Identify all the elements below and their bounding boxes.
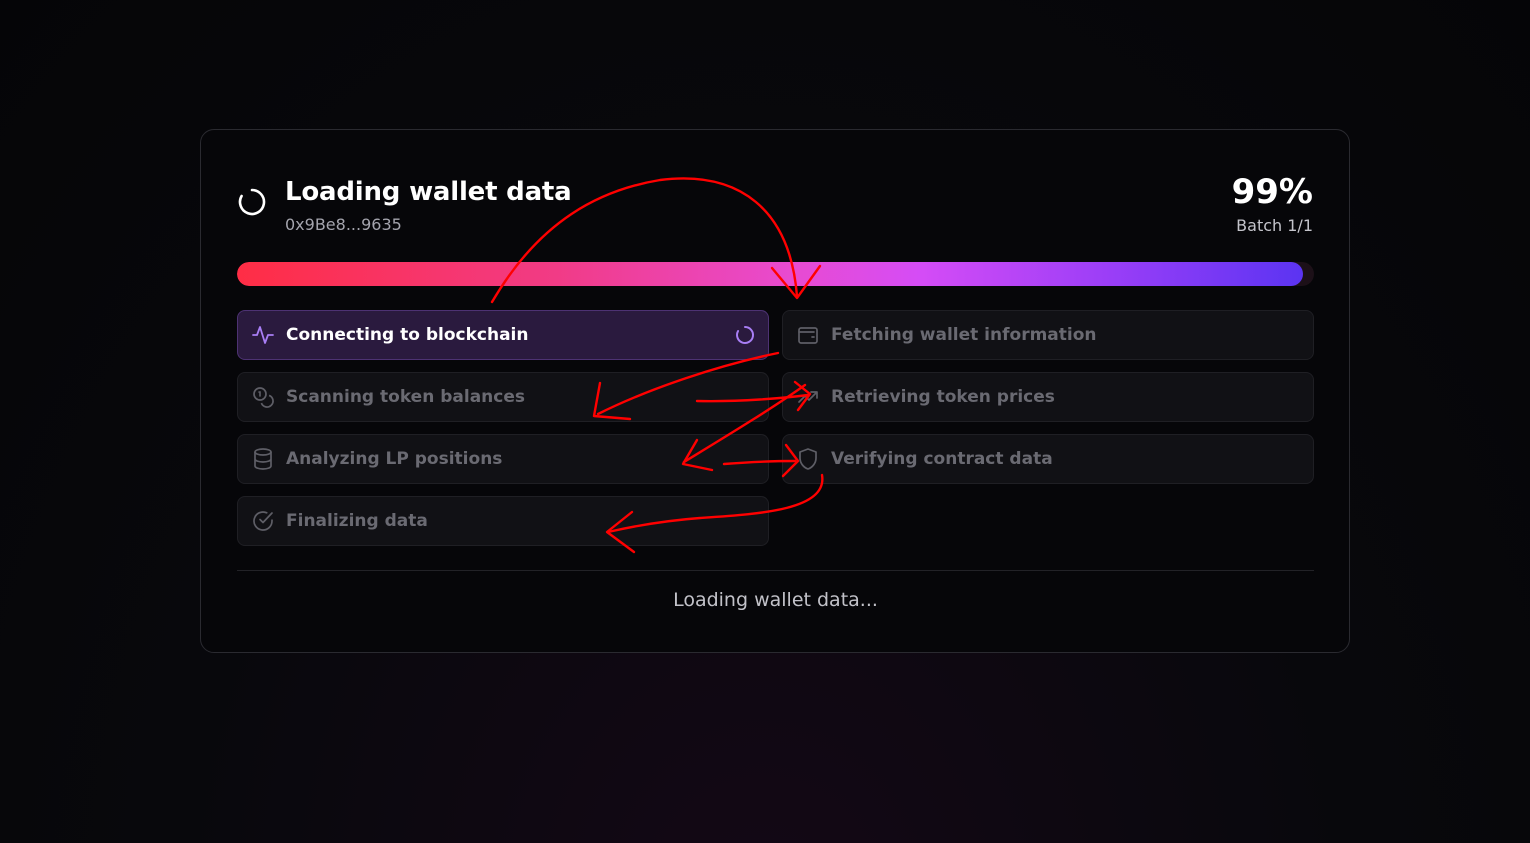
step-finalizing: Finalizing data [237,496,769,546]
shield-icon [796,447,820,471]
loading-card: Loading wallet data 0x9Be8...9635 99% Ba… [200,129,1350,653]
divider [237,570,1314,571]
step-label: Connecting to blockchain [286,325,529,345]
coins-icon [251,385,275,409]
loading-header: Loading wallet data 0x9Be8...9635 [237,174,572,236]
progress-summary: 99% Batch 1/1 [1232,172,1313,237]
step-retrieving-prices: Retrieving token prices [782,372,1314,422]
step-label: Verifying contract data [831,449,1053,469]
page-title: Loading wallet data [285,177,572,207]
step-connecting-blockchain: Connecting to blockchain [237,310,769,360]
step-label: Retrieving token prices [831,387,1055,407]
step-label: Scanning token balances [286,387,525,407]
database-icon [251,447,275,471]
loading-spinner-icon [238,188,266,216]
progress-bar-fill [237,262,1304,286]
step-spinner-icon [736,325,754,344]
step-label: Fetching wallet information [831,325,1097,345]
activity-icon [251,323,275,347]
check-circle-icon [251,509,275,533]
step-label: Analyzing LP positions [286,449,503,469]
batch-indicator: Batch 1/1 [1236,216,1313,235]
trending-up-icon [796,385,820,409]
progress-percent: 99% [1231,172,1313,212]
step-scanning-balances: Scanning token balances [237,372,769,422]
status-message: Loading wallet data... [673,589,878,611]
progress-bar [237,262,1314,286]
wallet-address: 0x9Be8...9635 [285,215,402,234]
wallet-icon [796,323,820,347]
step-fetching-wallet: Fetching wallet information [782,310,1314,360]
step-verifying-contract: Verifying contract data [782,434,1314,484]
step-label: Finalizing data [286,511,428,531]
step-analyzing-lp: Analyzing LP positions [237,434,769,484]
